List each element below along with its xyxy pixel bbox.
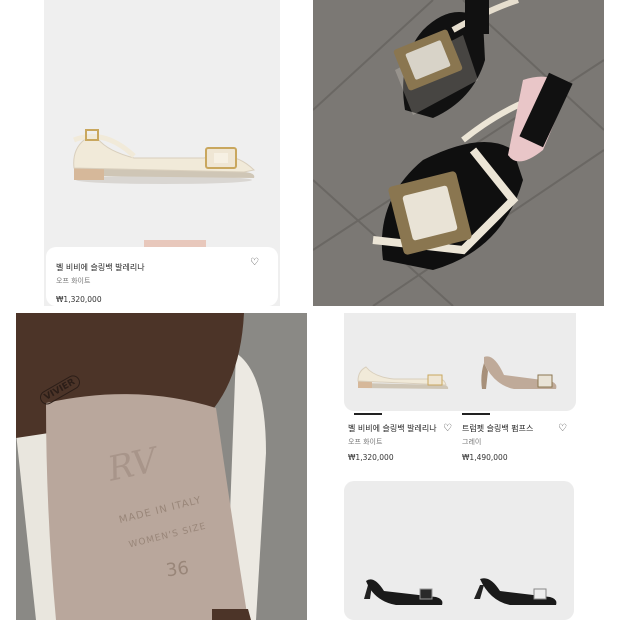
product-tile-2[interactable]: 트럼펫 슬링백 펌프스 그레이 ₩1,490,000: [462, 423, 572, 467]
product-color: 오프 화이트: [348, 438, 383, 446]
product-info-card[interactable]: 벨 비비에 슬링백 발레리나 오프 화이트 ₩1,320,000 ♡: [46, 247, 278, 306]
product-price: ₩1,320,000: [348, 453, 394, 462]
product-price: ₩1,320,000: [56, 295, 102, 304]
product-color: 오프 화이트: [56, 277, 91, 285]
shoes-on-tile-photo: [313, 0, 604, 306]
product-name: 트럼펫 슬링백 펌프스: [462, 424, 534, 433]
product-image-strip: [344, 313, 576, 415]
product-price: ₩1,490,000: [462, 453, 508, 462]
insole-closeup-photo: VIVIER RV MADE IN ITALY WOMEN'S SIZE 36: [16, 313, 307, 620]
heart-outline-icon[interactable]: ♡: [443, 423, 452, 434]
slingback-shoe-top: [393, 0, 519, 118]
heart-outline-icon[interactable]: ♡: [250, 257, 259, 268]
product-color: 그레이: [462, 438, 482, 446]
slingback-shoe-bottom: [372, 72, 573, 270]
ballerina-flat-photo: [73, 129, 256, 184]
product-name: 벨 비비에 슬링백 발레리나: [348, 424, 437, 433]
heart-outline-icon[interactable]: ♡: [558, 423, 567, 434]
size-number: 36: [164, 557, 191, 582]
product-grid: 벨 비비에 슬링백 발레리나 오프 화이트 ₩1,320,000 ♡ 트럼펫 슬…: [344, 313, 576, 620]
product-card-top-left[interactable]: 벨 비비에 슬링백 발레리나 오프 화이트 ₩1,320,000 ♡: [44, 0, 280, 306]
product-tile-1[interactable]: 벨 비비에 슬링백 발레리나 오프 화이트 ₩1,320,000: [348, 423, 458, 467]
product-image-card-lower[interactable]: [344, 481, 574, 620]
product-name: 벨 비비에 슬링백 발레리나: [56, 263, 145, 272]
